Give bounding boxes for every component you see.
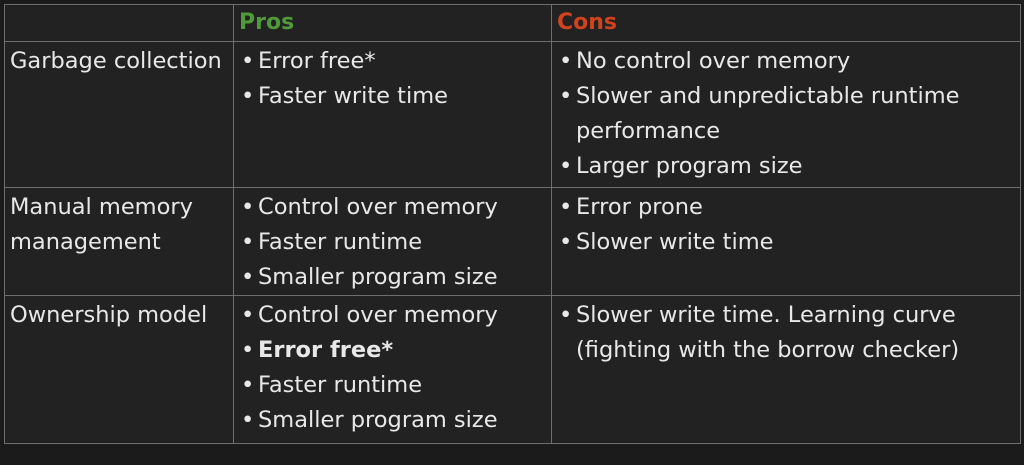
list-item: • Slower write time xyxy=(557,225,1016,260)
pros-cell: • Control over memory • Error free* • Faster … xyxy=(233,295,552,444)
cons-cell: • Error prone • Slower write time xyxy=(551,187,1021,296)
list-item-text: Control over memory xyxy=(258,302,498,328)
bullet-icon: • xyxy=(241,83,255,109)
list-item-text: Faster runtime xyxy=(258,229,423,255)
bullet-icon: • xyxy=(559,48,573,74)
bullet-icon: • xyxy=(241,302,255,328)
list-item-text: Larger program size xyxy=(576,153,803,179)
list-item: • Error prone xyxy=(557,190,1016,225)
pros-list: • Control over memory • Faster runtime • Smal… xyxy=(239,190,547,295)
cons-list: • Error prone • Slower write time xyxy=(557,190,1016,260)
list-item: • Faster runtime xyxy=(239,225,547,260)
bullet-icon: • xyxy=(241,48,255,74)
pros-cell: • Control over memory • Faster runtime • Smal… xyxy=(233,187,552,296)
pros-list: • Control over memory • Error free* • Faster … xyxy=(239,298,547,438)
bullet-icon: • xyxy=(559,302,573,328)
list-item: • Error free* xyxy=(239,333,547,368)
list-item-text: Slower and unpredictable runtime perform… xyxy=(576,83,960,144)
list-item-text: Smaller program size xyxy=(258,264,498,290)
list-item: • Smaller program size xyxy=(239,403,547,438)
comparison-table: Pros Cons Garbage collection • Error free*… xyxy=(4,4,1021,444)
pros-cell: • Error free* • Faster write time xyxy=(233,41,552,188)
list-item-text: Error free* xyxy=(258,337,394,363)
table-row: Garbage collection • Error free* • Faster wr… xyxy=(4,41,1021,188)
header-pros: Pros xyxy=(233,4,552,42)
list-item-text: Slower write time. Learning curve (fight… xyxy=(576,302,960,363)
bullet-icon: • xyxy=(559,153,573,179)
table-body: Garbage collection • Error free* • Faster wr… xyxy=(4,41,1021,444)
list-item: • No control over memory xyxy=(557,44,1016,79)
bullet-icon: • xyxy=(241,264,255,290)
list-item-text: Control over memory xyxy=(258,194,498,220)
bullet-icon: • xyxy=(559,229,573,255)
list-item: • Slower and unpredictable runtime perfor… xyxy=(557,79,1016,149)
list-item-text: Faster runtime xyxy=(258,372,423,398)
list-item-text: Error prone xyxy=(576,194,703,220)
list-item: • Faster runtime xyxy=(239,368,547,403)
slide: Pros Cons Garbage collection • Error free*… xyxy=(0,0,1024,465)
bullet-icon: • xyxy=(241,337,255,363)
table-row: Manual memory management • Control over me… xyxy=(4,187,1021,296)
list-item-text: No control over memory xyxy=(576,48,851,74)
pros-list: • Error free* • Faster write time xyxy=(239,44,547,114)
bullet-icon: • xyxy=(241,372,255,398)
cons-cell: • No control over memory • Slower and unpre… xyxy=(551,41,1021,188)
list-item: • Faster write time xyxy=(239,79,547,114)
cons-list: • No control over memory • Slower and unpre… xyxy=(557,44,1016,184)
list-item: • Larger program size xyxy=(557,149,1016,184)
list-item: • Error free* xyxy=(239,44,547,79)
bullet-icon: • xyxy=(241,229,255,255)
cons-cell: • Slower write time. Learning curve (figh… xyxy=(551,295,1021,444)
list-item-text: Smaller program size xyxy=(258,407,498,433)
bullet-icon: • xyxy=(241,407,255,433)
header-row: Pros Cons xyxy=(4,4,1021,42)
list-item-text: Error free* xyxy=(258,48,376,74)
table-row: Ownership model • Control over memory • Erro… xyxy=(4,295,1021,444)
bullet-icon: • xyxy=(241,194,255,220)
list-item-text: Faster write time xyxy=(258,83,449,109)
row-label: Manual memory management xyxy=(4,187,234,296)
row-label: Garbage collection xyxy=(4,41,234,188)
row-label: Ownership model xyxy=(4,295,234,444)
cons-list: • Slower write time. Learning curve (figh… xyxy=(557,298,1016,368)
header-corner xyxy=(4,4,234,42)
bullet-icon: • xyxy=(559,194,573,220)
list-item: • Smaller program size xyxy=(239,260,547,295)
list-item: • Control over memory xyxy=(239,190,547,225)
header-cons: Cons xyxy=(551,4,1021,42)
list-item: • Slower write time. Learning curve (figh… xyxy=(557,298,1016,368)
bullet-icon: • xyxy=(559,83,573,109)
list-item-text: Slower write time xyxy=(576,229,774,255)
list-item: • Control over memory xyxy=(239,298,547,333)
